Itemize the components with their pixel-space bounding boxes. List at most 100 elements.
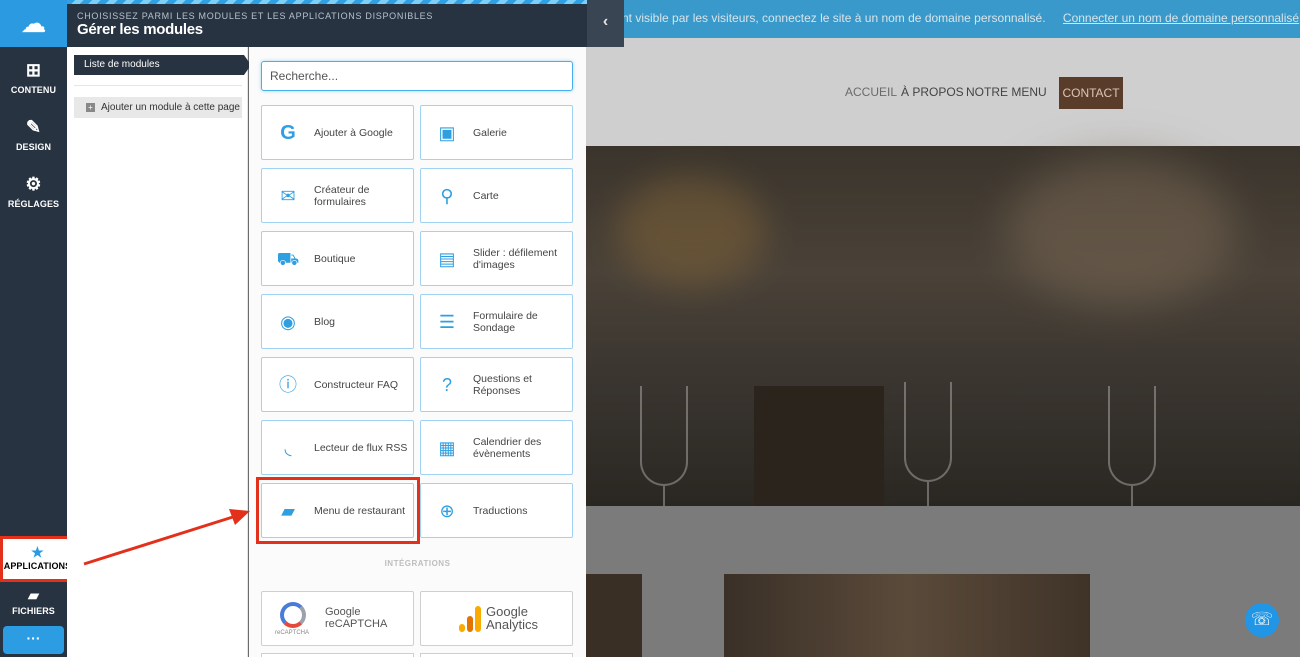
map-pin-icon: ⚲: [440, 186, 454, 206]
integration-card[interactable]: [261, 653, 414, 657]
module-label: Créateur de formulaires: [314, 183, 370, 208]
rail-item-label: FICHIERS: [12, 606, 55, 616]
site-nav-about[interactable]: À PROPOS: [901, 76, 964, 108]
rail-item-label: APPLICATIONS: [3, 561, 72, 571]
module-label: Lecteur de flux RSS: [314, 441, 408, 454]
module-label: Formulaire de Sondage: [473, 309, 538, 334]
envelope-icon: ✉: [280, 186, 296, 206]
rail-item-applications[interactable]: ★ APPLICATIONS: [0, 536, 75, 582]
site-nav-menu[interactable]: NOTRE MENU: [966, 76, 1047, 108]
module-card-gallery[interactable]: ▣ Galerie: [420, 105, 573, 160]
wine-glass: [640, 386, 688, 486]
wine-glass: [904, 382, 952, 482]
slider-icon: ▤: [438, 249, 456, 269]
integration-label: Google Analytics: [486, 604, 539, 632]
ga-bar: [467, 616, 473, 632]
question-icon: ?: [441, 375, 452, 395]
ga-bar: [459, 624, 465, 632]
info-icon: ⓘ: [279, 375, 297, 395]
recaptcha-icon: [280, 602, 306, 628]
gallery-icon: ▣: [438, 123, 456, 143]
add-module-label: Ajouter un module à cette page: [101, 102, 240, 113]
module-card-qa[interactable]: ? Questions et Réponses: [420, 357, 573, 412]
calendar-icon: ▦: [438, 438, 456, 458]
module-label: Blog: [314, 315, 336, 328]
module-label: Questions et Réponses: [473, 372, 532, 397]
module-label: Boutique: [314, 252, 356, 265]
module-card-blog[interactable]: ◉ Blog: [261, 294, 414, 349]
module-label: Constructeur FAQ: [314, 378, 399, 391]
rss-icon: ◟: [284, 438, 292, 458]
podcast-icon: ◉: [280, 312, 296, 332]
hero-image: [586, 146, 1300, 544]
hero-bokeh: [1006, 156, 1236, 306]
gears-icon: ⚙: [25, 174, 42, 194]
module-card-faq[interactable]: ⓘ Constructeur FAQ: [261, 357, 414, 412]
module-label: Carte: [473, 189, 499, 202]
panel-header: CHOISISSEZ PARMI LES MODULES ET LES APPL…: [67, 0, 624, 47]
site-nav-home[interactable]: ACCUEIL: [845, 76, 897, 108]
rail-item-label: RÉGLAGES: [7, 199, 60, 209]
add-module-button[interactable]: + Ajouter un module à cette page: [74, 97, 242, 118]
panel-title: Gérer les modules: [77, 21, 203, 38]
connect-domain-link[interactable]: Connecter un nom de domaine personnalisé: [1063, 11, 1299, 25]
cart-icon: ⛟: [276, 249, 300, 269]
rail-item-design[interactable]: ✎ DESIGN: [0, 117, 67, 152]
header-stripe: [67, 0, 587, 4]
module-label: Ajouter à Google: [314, 126, 393, 139]
module-card-translations[interactable]: ⊕ Traductions: [420, 483, 573, 538]
module-card-shop[interactable]: ⛟ Boutique: [261, 231, 414, 286]
app-root: nt visible par les visiteurs, connectez …: [0, 0, 1300, 657]
rail-item-settings[interactable]: ⚙ RÉGLAGES: [0, 174, 67, 209]
module-card-map[interactable]: ⚲ Carte: [420, 168, 573, 223]
checklist-icon: ☰: [438, 312, 456, 332]
integration-card-analytics[interactable]: Google Analytics: [420, 591, 573, 646]
folder-icon: ▰: [28, 587, 39, 603]
rail-item-content[interactable]: ⊞ CONTENU: [0, 60, 67, 95]
panel-subtitle: CHOISISSEZ PARMI LES MODULES ET LES APPL…: [77, 11, 434, 21]
site-photo: [586, 574, 642, 657]
plus-square-icon: ⊞: [25, 60, 42, 80]
rail-item-label: DESIGN: [15, 142, 52, 152]
module-card-survey[interactable]: ☰ Formulaire de Sondage: [420, 294, 573, 349]
star-icon: ★: [31, 544, 44, 560]
divider: [74, 85, 242, 86]
chevron-left-icon[interactable]: ‹: [587, 0, 624, 47]
cloud-icon[interactable]: ☁: [0, 0, 67, 47]
recaptcha-small-label: reCAPTCHA: [275, 630, 310, 636]
globe-icon: ⊕: [439, 501, 455, 521]
module-label: Galerie: [473, 126, 507, 139]
module-card-rss[interactable]: ◟ Lecteur de flux RSS: [261, 420, 414, 475]
site-photo: [724, 574, 1090, 657]
headset-icon[interactable]: ☏: [1245, 603, 1279, 637]
module-card-slider[interactable]: ▤ Slider : défilement d'images: [420, 231, 573, 286]
panel-subnav: Liste de modules + Ajouter un module à c…: [67, 47, 251, 657]
integration-card-recaptcha[interactable]: reCAPTCHA Google reCAPTCHA: [261, 591, 414, 646]
wine-glass: [1108, 386, 1156, 486]
search-input[interactable]: [261, 61, 573, 91]
highlight-box: [256, 477, 420, 544]
module-card-calendar[interactable]: ▦ Calendrier des évènements: [420, 420, 573, 475]
site-preview: nt visible par les visiteurs, connectez …: [586, 0, 1300, 657]
module-card-form-builder[interactable]: ✉ Créateur de formulaires: [261, 168, 414, 223]
brush-icon: ✎: [25, 117, 42, 137]
hero-table: [754, 386, 884, 506]
modules-list: G Ajouter à Google ▣ Galerie ✉ Créateur …: [249, 47, 586, 657]
integration-card[interactable]: [420, 653, 573, 657]
module-label: Calendrier des évènements: [473, 435, 542, 460]
site-nav-contact[interactable]: CONTACT: [1059, 77, 1123, 109]
rail-item-files[interactable]: ▰ FICHIERS: [0, 588, 67, 616]
integrations-heading: INTÉGRATIONS: [384, 559, 451, 568]
module-label: Traductions: [473, 504, 528, 517]
domain-notice: nt visible par les visiteurs, connectez …: [586, 0, 1300, 38]
plus-icon: +: [86, 103, 95, 112]
subnav-item-module-list[interactable]: Liste de modules: [74, 55, 251, 75]
rail-item-label: CONTENU: [10, 85, 57, 95]
module-card-add-to-google[interactable]: G Ajouter à Google: [261, 105, 414, 160]
hero-bokeh: [616, 176, 766, 286]
google-analytics-icon: [459, 606, 481, 632]
integration-label: Google reCAPTCHA: [325, 606, 388, 630]
module-label: Slider : défilement d'images: [473, 246, 558, 271]
more-button[interactable]: ···: [3, 626, 64, 654]
ga-bar: [475, 606, 481, 632]
